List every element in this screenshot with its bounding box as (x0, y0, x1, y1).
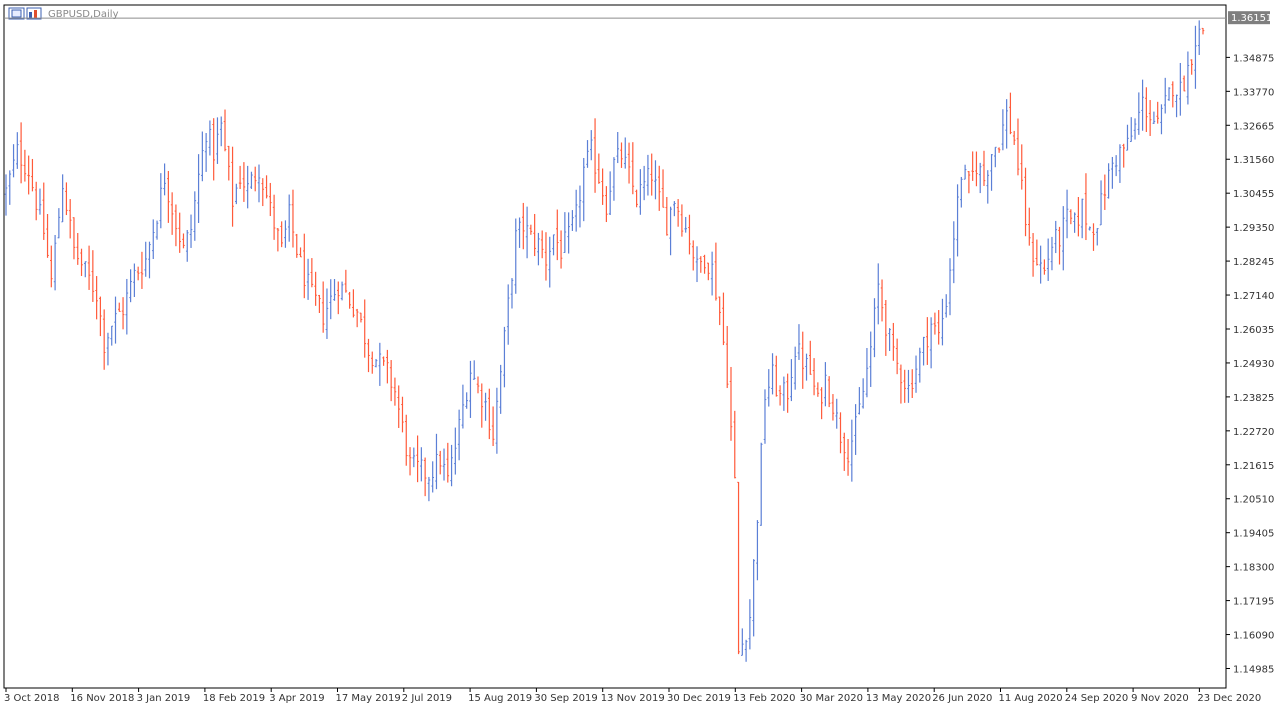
x-tick-label: 11 Aug 2020 (999, 693, 1063, 704)
x-tick-label: 30 Dec 2019 (667, 693, 731, 704)
x-tick-label: 18 Feb 2019 (203, 693, 265, 704)
y-tick-label: 1.17195 (1233, 597, 1274, 608)
y-tick-label: 1.14985 (1233, 664, 1274, 675)
x-tick-label: 16 Nov 2018 (70, 693, 134, 704)
y-tick-label: 1.16090 (1233, 631, 1274, 642)
y-tick-label: 1.34875 (1233, 53, 1274, 64)
price-chart[interactable]: GBPUSD,Daily 1.348751.337701.326651.3156… (0, 0, 1280, 713)
chart-window: GBPUSD,Daily 1.34875 1.33770 1.32665 1.3156… (0, 0, 1280, 713)
last-price-tag: 1.36151 (1228, 11, 1272, 25)
x-tick-label: 3 Jan 2019 (137, 693, 191, 704)
y-tick-label: 1.22720 (1233, 427, 1274, 438)
x-tick-label: 24 Sep 2020 (1065, 693, 1128, 704)
x-tick-label: 30 Sep 2019 (534, 693, 597, 704)
y-tick-label: 1.33770 (1233, 87, 1274, 98)
last-price-label: 1.36151 (1231, 13, 1272, 24)
x-tick-label: 3 Oct 2018 (4, 693, 59, 704)
y-tick-label: 1.27140 (1233, 291, 1274, 302)
x-tick-label: 30 Mar 2020 (800, 693, 863, 704)
window-restore-icon[interactable] (8, 7, 25, 20)
x-tick-label: 13 Nov 2019 (601, 693, 665, 704)
y-tick-label: 1.28245 (1233, 257, 1274, 268)
x-tick-label: 3 Apr 2019 (269, 693, 324, 704)
y-tick-label: 1.24930 (1233, 359, 1274, 370)
x-tick-label: 26 Jun 2020 (932, 693, 992, 704)
y-tick-label: 1.19405 (1233, 529, 1274, 540)
y-tick-label: 1.18300 (1233, 563, 1274, 574)
x-tick-label: 2 Jul 2019 (402, 693, 452, 704)
y-tick-label: 1.32665 (1233, 121, 1274, 132)
y-tick-label: 1.31560 (1233, 155, 1274, 166)
x-tick-label: 13 Feb 2020 (733, 693, 795, 704)
y-tick-label: 1.29350 (1233, 223, 1274, 234)
x-tick-label: 15 Aug 2019 (468, 693, 532, 704)
x-tick-label: 9 Nov 2020 (1131, 693, 1189, 704)
y-tick-label: 1.26035 (1233, 325, 1274, 336)
y-tick-label: 1.23825 (1233, 393, 1274, 404)
x-tick-label: 13 May 2020 (866, 693, 931, 704)
symbol-chart-icon (26, 7, 42, 20)
x-tick-label: 23 Dec 2020 (1197, 693, 1261, 704)
y-tick-label: 1.20510 (1233, 495, 1274, 506)
x-tick-label: 17 May 2019 (336, 693, 401, 704)
y-tick-label: 1.21615 (1233, 461, 1274, 472)
chart-background (0, 0, 1280, 713)
y-tick-label: 1.30455 (1233, 189, 1274, 200)
